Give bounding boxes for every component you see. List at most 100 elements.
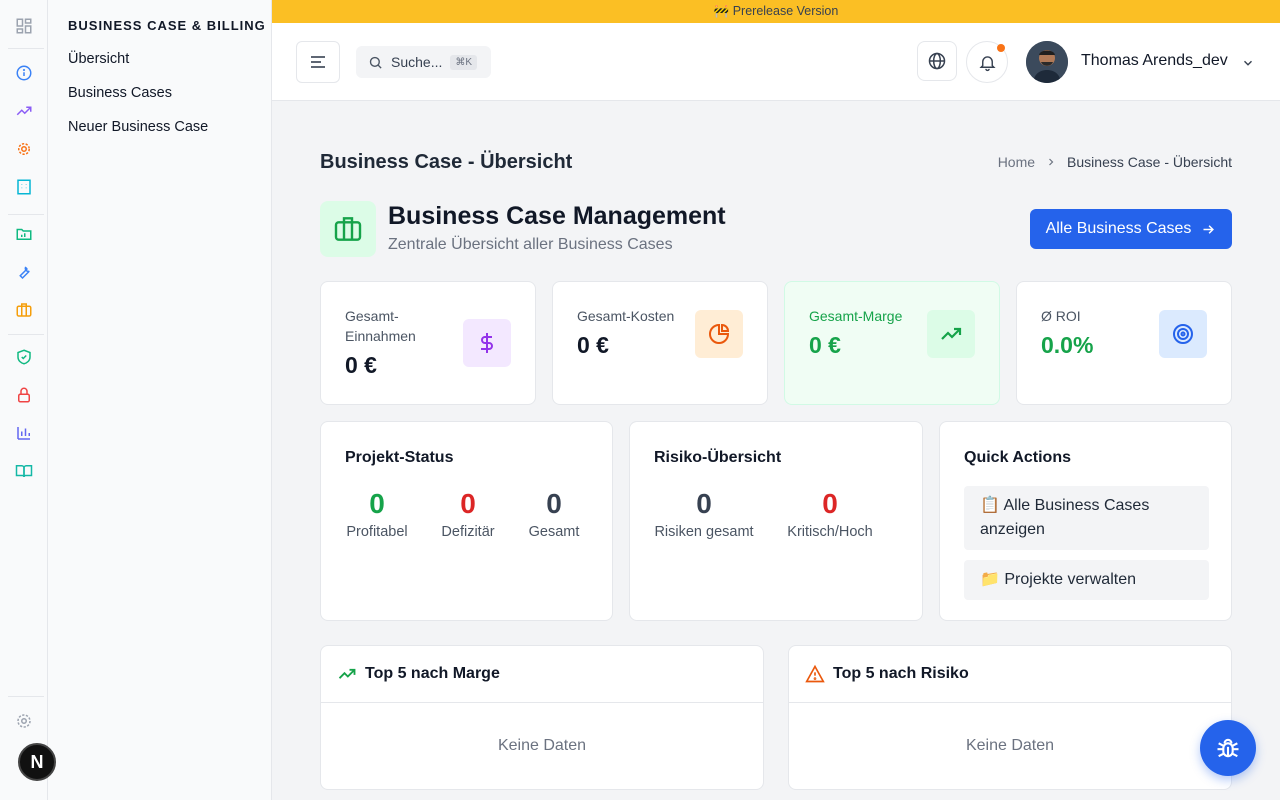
card-title: Risiko-Übersicht — [654, 449, 782, 466]
search-input[interactable]: Suche... ⌘K — [356, 46, 491, 78]
metric-label: Kritisch/Hoch — [787, 524, 873, 540]
page-title: Business Case - Übersicht — [320, 151, 573, 173]
trending-icon[interactable] — [14, 101, 34, 121]
rail-divider — [8, 696, 44, 697]
quick-action-manage-projects[interactable]: 📁 Projekte verwalten — [964, 560, 1209, 600]
breadcrumb-current: Business Case - Übersicht — [1067, 154, 1232, 170]
sidebar-item-uebersicht[interactable]: Übersicht — [68, 51, 129, 67]
stat-value: 0 € — [809, 332, 841, 358]
metric-label: Defizitär — [441, 524, 495, 540]
bug-report-button[interactable] — [1200, 720, 1256, 776]
rail-divider — [8, 214, 44, 215]
bar-chart-icon[interactable] — [14, 423, 34, 443]
framework-badge[interactable]: N — [18, 743, 56, 781]
menu-toggle-button[interactable] — [296, 41, 340, 83]
shield-check-icon[interactable] — [14, 347, 34, 367]
bell-icon — [978, 55, 996, 71]
target-icon — [1159, 310, 1207, 358]
chevron-down-icon[interactable] — [1241, 56, 1255, 70]
stat-value: 0 € — [577, 332, 609, 358]
panel-header: Top 5 nach Risiko — [789, 646, 1231, 703]
stat-label: Ø ROI — [1041, 308, 1081, 324]
metric-value: 0 — [369, 488, 385, 519]
top-header: Suche... ⌘K Thomas Arends_dev — [272, 23, 1280, 101]
all-business-cases-label: Alle Business Cases — [1045, 220, 1192, 237]
briefcase-icon[interactable] — [14, 300, 34, 320]
panel-title: Top 5 nach Risiko — [833, 665, 969, 682]
trending-up-icon — [338, 668, 356, 679]
hero-title: Business Case Management — [388, 202, 726, 230]
wrench-icon[interactable] — [14, 262, 34, 282]
card-title: Projekt-Status — [345, 449, 454, 466]
prerelease-banner: 🚧 Prerelease Version — [272, 0, 1280, 23]
secondary-sidebar: BUSINESS CASE & BILLING Übersicht Busine… — [48, 0, 272, 800]
dollar-icon — [463, 319, 511, 367]
panel-title: Top 5 nach Marge — [365, 665, 500, 682]
stat-label: Gesamt-Kosten — [577, 308, 675, 324]
rail-divider — [8, 48, 44, 49]
stat-value: 0.0% — [1041, 332, 1094, 358]
user-avatar-image — [1026, 41, 1068, 83]
metric-label: Gesamt — [528, 524, 580, 540]
chevron-right-icon — [1049, 158, 1054, 166]
stat-card-roi: Ø ROI 0.0% — [1016, 281, 1232, 405]
sidebar-item-new-business-case[interactable]: Neuer Business Case — [68, 119, 208, 135]
rail-divider — [8, 334, 44, 335]
avatar[interactable] — [1026, 41, 1068, 83]
stat-value: 0 € — [345, 352, 377, 378]
folder-chart-icon[interactable] — [14, 224, 34, 244]
quick-action-all-business-cases[interactable]: 📋 Alle Business Cases anzeigen — [964, 486, 1209, 550]
menu-icon — [311, 56, 325, 68]
metric-critical: 0 Kritisch/Hoch — [785, 488, 875, 540]
pie-chart-icon — [695, 310, 743, 358]
all-business-cases-button[interactable]: Alle Business Cases — [1030, 209, 1232, 249]
search-icon — [369, 56, 382, 69]
user-name[interactable]: Thomas Arends_dev — [1081, 52, 1228, 70]
dashboard-icon[interactable] — [14, 16, 34, 36]
bug-icon — [1217, 738, 1239, 758]
metric-value: 0 — [822, 488, 838, 519]
search-shortcut: ⌘K — [450, 54, 478, 70]
metric-total: 0 Gesamt — [526, 488, 582, 540]
stat-label: Gesamt-Einnahmen — [345, 308, 416, 344]
metric-value: 0 — [460, 488, 476, 519]
icon-rail — [0, 0, 48, 800]
info-icon[interactable] — [14, 63, 34, 83]
metric-deficit: 0 Defizitär — [438, 488, 498, 540]
hero-subtitle: Zentrale Übersicht aller Business Cases — [388, 236, 673, 253]
sidebar-section-title: BUSINESS CASE & BILLING — [68, 18, 266, 33]
trending-up-icon — [927, 310, 975, 358]
stat-label: Gesamt-Marge — [809, 308, 903, 324]
empty-state: Keine Daten — [497, 737, 587, 754]
language-button[interactable] — [917, 41, 957, 81]
search-placeholder: Suche... — [391, 54, 443, 70]
sidebar-item-business-cases[interactable]: Business Cases — [68, 85, 172, 101]
notification-dot — [997, 44, 1005, 52]
breadcrumb: Home Business Case - Übersicht — [998, 154, 1232, 170]
top-margin-panel: Top 5 nach Marge Keine Daten — [320, 645, 764, 790]
risk-overview-card: Risiko-Übersicht 0 Risiken gesamt 0 Krit… — [629, 421, 923, 621]
notifications-button[interactable] — [966, 41, 1008, 83]
arrow-right-icon — [1203, 224, 1215, 234]
metric-label: Profitabel — [346, 524, 408, 540]
panel-header: Top 5 nach Marge — [321, 646, 763, 703]
metric-value: 0 — [546, 488, 562, 519]
metric-profitable: 0 Profitabel — [345, 488, 409, 540]
stat-card-revenue: Gesamt-Einnahmen 0 € — [320, 281, 536, 405]
briefcase-icon — [320, 201, 376, 257]
metric-value: 0 — [696, 488, 712, 519]
metric-label: Risiken gesamt — [654, 524, 754, 540]
lock-icon[interactable] — [14, 385, 34, 405]
settings-icon[interactable] — [14, 711, 34, 731]
book-icon[interactable] — [14, 461, 34, 481]
breadcrumb-home[interactable]: Home — [998, 154, 1035, 170]
card-title: Quick Actions — [964, 449, 1071, 466]
warning-icon — [805, 664, 825, 683]
stat-card-margin: Gesamt-Marge 0 € — [784, 281, 1000, 405]
stat-card-costs: Gesamt-Kosten 0 € — [552, 281, 768, 405]
cog-icon[interactable] — [14, 139, 34, 159]
top-risk-panel: Top 5 nach Risiko Keine Daten — [788, 645, 1232, 790]
empty-state: Keine Daten — [965, 737, 1055, 754]
building-icon[interactable] — [14, 177, 34, 197]
metric-risks-total: 0 Risiken gesamt — [654, 488, 754, 540]
